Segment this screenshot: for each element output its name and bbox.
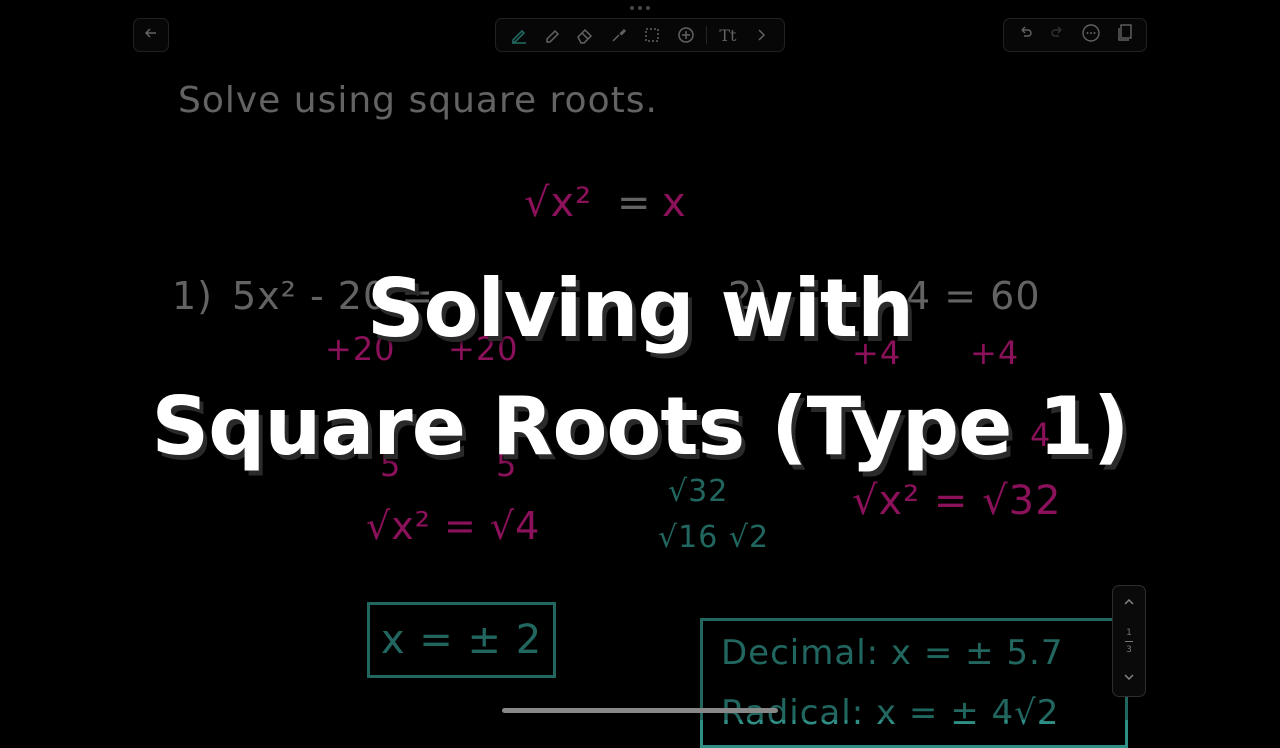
video-title-line-2: Square Roots (Type 1) (151, 380, 1129, 473)
total-pages: 3 (1126, 644, 1132, 655)
page-navigator: 1 3 (1112, 585, 1146, 697)
previous-page-button[interactable] (1122, 594, 1136, 613)
page-divider (1125, 640, 1133, 642)
page-indicator: 1 3 (1125, 627, 1133, 656)
video-title-line-1: Solving with (366, 262, 914, 355)
current-page: 1 (1126, 627, 1132, 638)
chevron-down-icon (1124, 674, 1134, 680)
home-indicator-bar[interactable] (502, 708, 778, 713)
dim-overlay (0, 0, 1280, 720)
next-page-button[interactable] (1122, 669, 1136, 688)
chevron-up-icon (1124, 599, 1134, 605)
whiteboard-canvas[interactable]: Tt Solve using square roots. √x² = x 1) … (0, 0, 1280, 748)
